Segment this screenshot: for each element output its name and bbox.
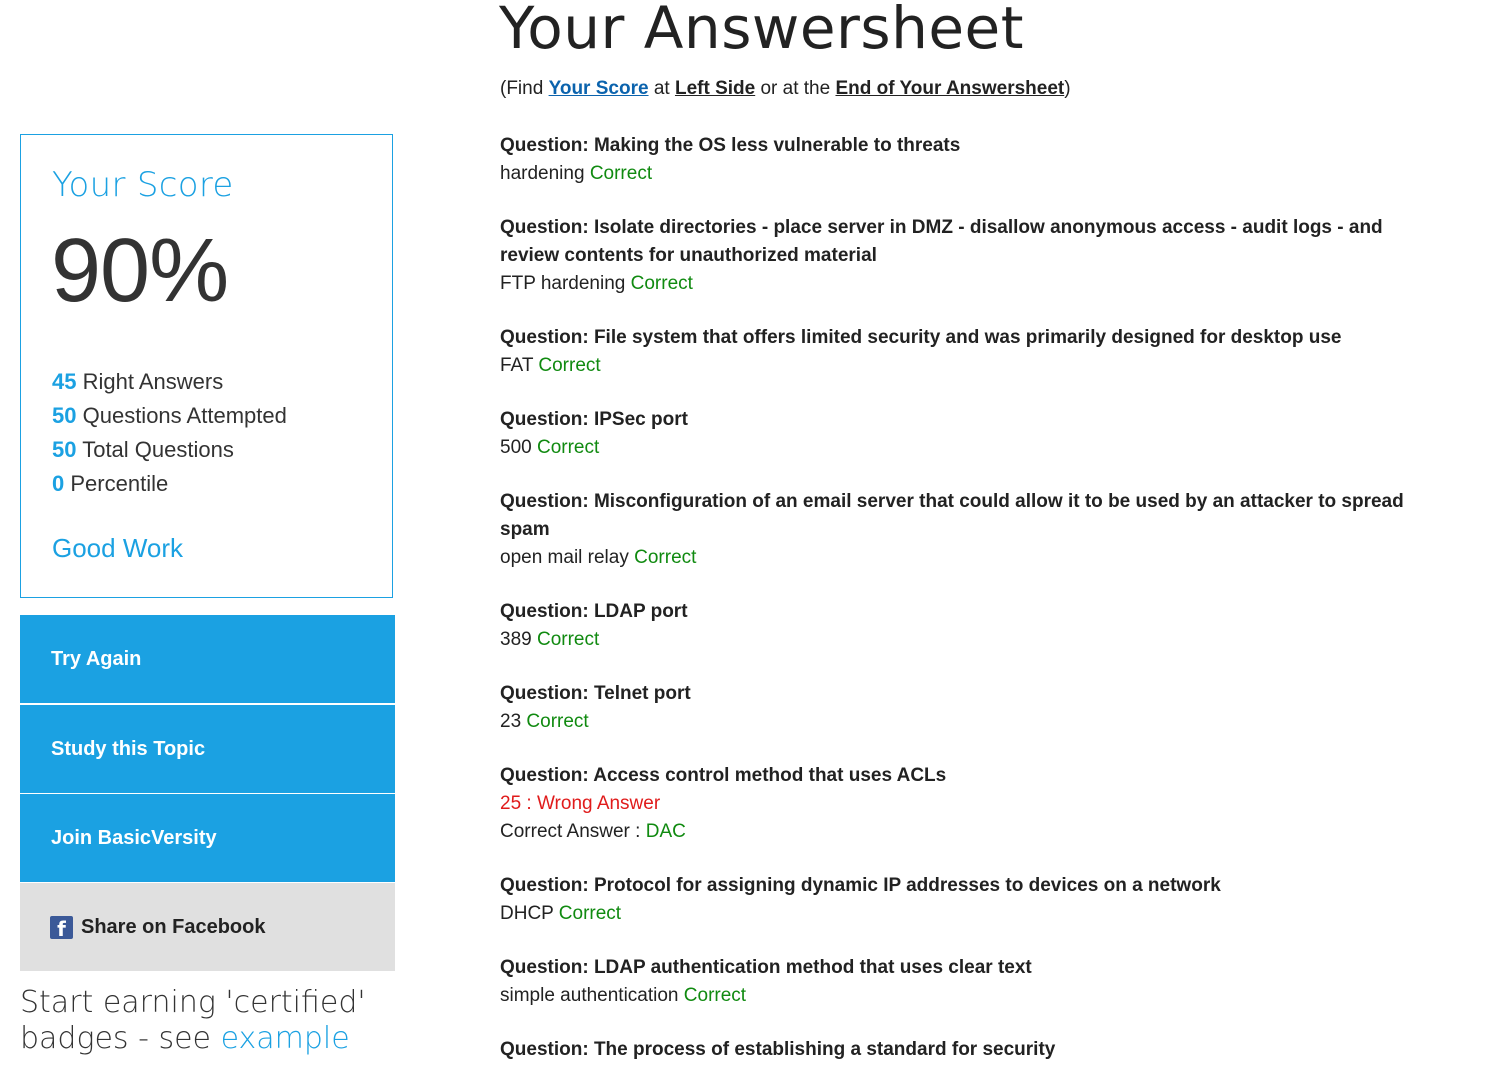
list-item: Question: Misconfiguration of an email s… <box>500 488 1440 572</box>
correct-answer: DAC <box>645 821 686 842</box>
list-item: Question: File system that offers limite… <box>500 324 1440 380</box>
subtitle: (Find Your Score at Left Side or at the … <box>500 78 1071 99</box>
join-button[interactable]: Join BasicVersity <box>20 794 395 882</box>
answer-line: 500 Correct <box>500 437 600 458</box>
answer-list: Question: Making the OS less vulnerable … <box>500 132 1440 1090</box>
study-topic-button[interactable]: Study this Topic <box>20 705 395 793</box>
score-panel: Your Score 90% 45 Right Answers 50 Quest… <box>20 134 393 598</box>
share-facebook-button[interactable]: f Share on Facebook <box>20 883 395 971</box>
page-title: Your Answersheet <box>499 0 1024 62</box>
list-item: Question: LDAP port 389 Correct <box>500 598 1440 654</box>
answer-line: DHCP Correct <box>500 903 622 924</box>
your-score-link[interactable]: Your Score <box>549 78 649 99</box>
stat-total-questions: 50 Total Questions <box>52 437 234 462</box>
list-item: Question: IPSec port 500 Correct <box>500 406 1440 462</box>
score-value: 90% <box>51 221 229 321</box>
list-item: Question: Protocol for assigning dynamic… <box>500 872 1440 928</box>
left-side-link[interactable]: Left Side <box>675 78 755 99</box>
list-item: Question: The process of establishing a … <box>500 1036 1440 1064</box>
list-item: Question: Making the OS less vulnerable … <box>500 132 1440 188</box>
result-wrong: 25 : Wrong Answer <box>500 793 661 814</box>
end-of-answersheet-link[interactable]: End of Your Answersheet <box>835 78 1064 99</box>
example-link[interactable]: example <box>221 1021 350 1056</box>
list-item: Question: Access control method that use… <box>500 762 1440 846</box>
stat-right-answers: 45 Right Answers <box>52 369 224 394</box>
score-message: Good Work <box>52 533 184 563</box>
answer-line: simple authentication Correct <box>500 985 747 1006</box>
score-stats: 45 Right Answers 50 Questions Attempted … <box>52 365 287 501</box>
question-text: Question: File system that offers limite… <box>500 327 1342 348</box>
answer-line: FAT Correct <box>500 355 601 376</box>
result-correct: Correct <box>526 711 589 732</box>
list-item: Question: LDAP authentication method tha… <box>500 954 1440 1010</box>
result-correct: Correct <box>683 985 747 1006</box>
question-text: Question: IPSec port <box>500 409 688 430</box>
answer-line: 389 Correct <box>500 629 600 650</box>
result-correct: Correct <box>630 273 693 294</box>
result-correct: Correct <box>634 547 697 568</box>
question-text: Question: Access control method that use… <box>500 765 947 786</box>
result-correct: Correct <box>538 355 601 376</box>
share-facebook-label: Share on Facebook <box>81 915 266 938</box>
answer-line: hardening Correct <box>500 163 653 184</box>
question-text: Question: Protocol for assigning dynamic… <box>500 875 1221 896</box>
question-text: Question: Isolate directories - place se… <box>500 217 1383 266</box>
stat-questions-attempted: 50 Questions Attempted <box>52 403 287 428</box>
result-correct: Correct <box>558 903 622 924</box>
correct-answer-line: Correct Answer : DAC <box>500 821 686 842</box>
answer-line: open mail relay Correct <box>500 547 697 568</box>
score-title: Your Score <box>52 165 234 205</box>
result-correct: Correct <box>536 437 600 458</box>
badges-promo: Start earning 'certified' badges - see e… <box>20 985 366 1056</box>
stat-percentile: 0 Percentile <box>52 471 169 496</box>
list-item: Question: Telnet port 23 Correct <box>500 680 1440 736</box>
question-text: Question: Making the OS less vulnerable … <box>500 135 961 156</box>
question-text: Question: LDAP authentication method tha… <box>500 957 1032 978</box>
list-item: Question: Isolate directories - place se… <box>500 214 1440 298</box>
facebook-icon: f <box>50 915 73 939</box>
question-text: Question: The process of establishing a … <box>500 1039 1056 1060</box>
question-text: Question: Misconfiguration of an email s… <box>500 491 1404 540</box>
question-text: Question: Telnet port <box>500 683 691 704</box>
result-correct: Correct <box>536 629 600 650</box>
try-again-button[interactable]: Try Again <box>20 615 395 703</box>
question-text: Question: LDAP port <box>500 601 688 622</box>
answer-line: 23 Correct <box>500 711 589 732</box>
result-correct: Correct <box>589 163 653 184</box>
answer-line: FTP hardening Correct <box>500 273 693 294</box>
